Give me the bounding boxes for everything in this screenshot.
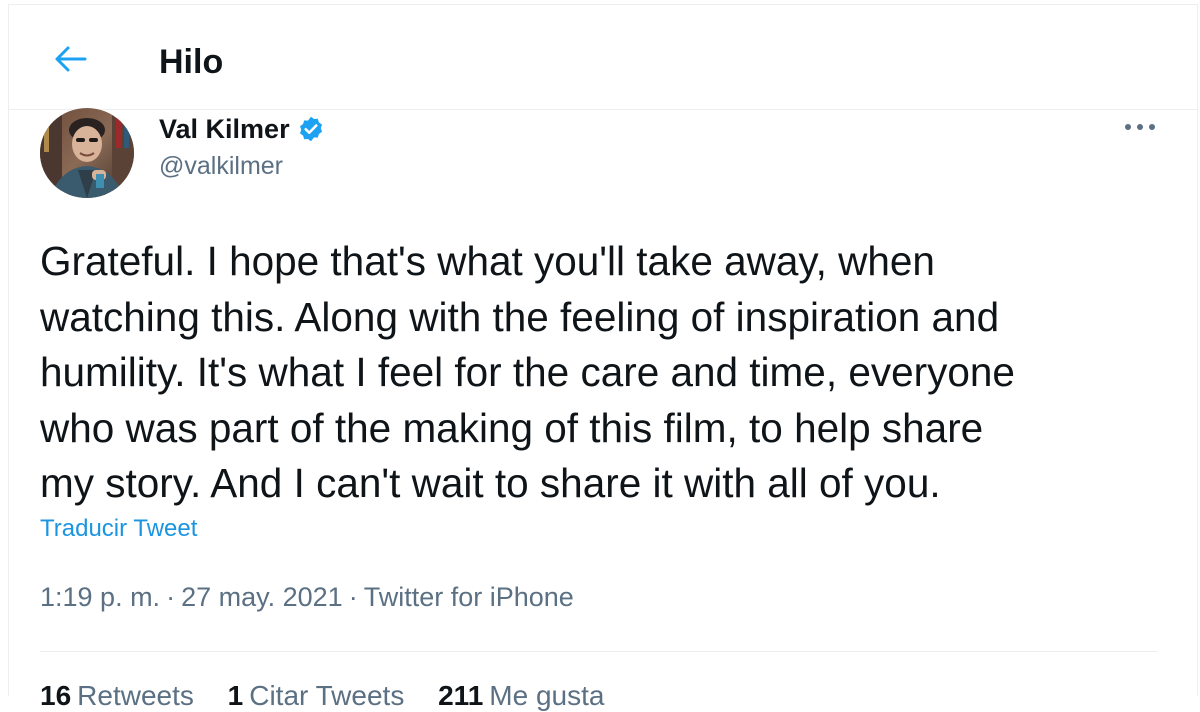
tweet-stats: 16 Retweets 1 Citar Tweets 211 Me gusta — [40, 680, 630, 712]
stat-quote-tweets[interactable]: 1 Citar Tweets — [228, 680, 405, 712]
meta-separator: · — [166, 582, 176, 612]
divider — [40, 651, 1158, 652]
stat-likes[interactable]: 211 Me gusta — [438, 680, 604, 712]
author-name-row: Val Kilmer — [159, 112, 325, 146]
avatar-image — [40, 108, 134, 198]
meta-separator: · — [348, 582, 358, 612]
author-display-name[interactable]: Val Kilmer — [159, 114, 290, 145]
stat-retweets[interactable]: 16 Retweets — [40, 680, 194, 712]
translate-tweet-link[interactable]: Traducir Tweet — [40, 515, 197, 543]
back-button[interactable] — [46, 34, 96, 84]
avatar[interactable] — [40, 108, 134, 198]
tweet-metadata: 1:19 p. m. · 27 may. 2021 · Twitter for iPho… — [40, 582, 574, 613]
author-handle[interactable]: @valkilmer — [159, 152, 283, 181]
arrow-left-icon — [55, 46, 87, 72]
tweet-text: Grateful. I hope that's what you'll take… — [40, 238, 1015, 506]
verified-badge-icon — [297, 115, 325, 143]
more-horizontal-icon — [1125, 124, 1155, 130]
tweet-date[interactable]: 27 may. 2021 — [181, 582, 343, 612]
tweet-source[interactable]: Twitter for iPhone — [364, 582, 574, 612]
thread-header: Hilo — [8, 4, 1198, 110]
tweet-time[interactable]: 1:19 p. m. — [40, 582, 160, 612]
page-title: Hilo — [159, 43, 224, 81]
more-options-button[interactable] — [1118, 112, 1162, 142]
